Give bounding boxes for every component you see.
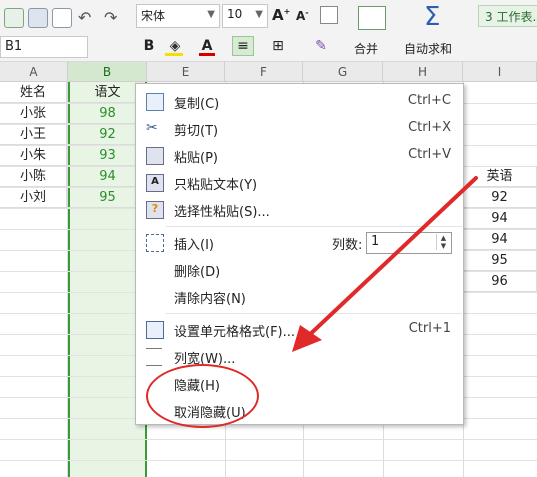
insert-icon	[146, 234, 164, 252]
column-width-icon	[146, 348, 162, 366]
name-box[interactable]: B1	[0, 36, 88, 58]
sigma-icon[interactable]: Σ	[424, 2, 440, 32]
annotation-arrow	[292, 176, 478, 352]
autosum-label[interactable]: 自动求和	[404, 40, 452, 57]
menu-item-label: 只粘贴文本(Y)	[174, 178, 258, 193]
menu-item-label: 复制(C)	[174, 97, 220, 112]
format-painter-icon[interactable]: ✎	[312, 35, 330, 57]
merge-label[interactable]: 合并	[354, 40, 378, 57]
bold-button[interactable]: B	[140, 35, 158, 57]
table-cell[interactable]: 小陈	[0, 166, 67, 187]
annotation-circle	[146, 364, 259, 428]
font-size-value: 10	[227, 7, 243, 21]
borders-icon[interactable]: ⊞	[268, 35, 288, 57]
align-center-button[interactable]: ≡	[232, 36, 254, 56]
font-color-label: A	[201, 38, 213, 54]
menu-item-label: 粘贴(P)	[174, 151, 218, 166]
print-preview-icon[interactable]	[52, 8, 72, 28]
column-header-a[interactable]: A	[0, 62, 68, 82]
decrease-font-icon[interactable]: A-	[296, 8, 309, 23]
redo-icon[interactable]: ↷	[104, 8, 117, 27]
column-header-f[interactable]: F	[225, 62, 303, 82]
increase-font-icon[interactable]: A+	[272, 6, 290, 24]
table-cell[interactable]: 小刘	[0, 187, 67, 208]
copy-icon	[146, 93, 164, 111]
wrap-text-icon[interactable]	[320, 6, 338, 24]
font-color-button[interactable]: A	[196, 35, 218, 57]
menu-item-cut[interactable]: ✂ 剪切(T) Ctrl+X	[136, 115, 463, 142]
column-header-g[interactable]: G	[303, 62, 383, 82]
gridline	[0, 439, 537, 440]
menu-item-label: 插入(I)	[174, 238, 214, 253]
menu-item-paste[interactable]: 粘贴(P) Ctrl+V	[136, 142, 463, 169]
table-cell[interactable]: 小朱	[0, 145, 67, 166]
chevron-down-icon: ▼	[207, 9, 215, 20]
menu-item-shortcut: Ctrl+C	[407, 93, 451, 108]
table-cell[interactable]: 小张	[0, 103, 67, 124]
menu-item-label: 剪切(T)	[174, 124, 219, 139]
menu-item-shortcut: Ctrl+V	[408, 147, 451, 162]
paste-special-icon: ?	[146, 201, 164, 219]
column-header-e[interactable]: E	[147, 62, 225, 82]
menu-item-shortcut: Ctrl+X	[408, 120, 451, 135]
menu-item-label: 删除(D)	[174, 265, 221, 280]
column-header-b[interactable]: B	[68, 62, 147, 82]
font-name-select[interactable]: 宋体 ▼	[136, 4, 220, 28]
new-doc-icon[interactable]	[4, 8, 24, 28]
name-box-value: B1	[5, 39, 23, 54]
font-name-value: 宋体	[141, 9, 166, 23]
column-header-i[interactable]: I	[463, 62, 537, 82]
fill-color-icon[interactable]: ◈	[162, 35, 188, 57]
undo-icon[interactable]: ↶	[78, 8, 91, 27]
format-cells-icon	[146, 321, 164, 339]
font-size-select[interactable]: 10 ▼	[222, 4, 268, 28]
merge-cells-icon[interactable]	[358, 6, 386, 30]
menu-item-label: 选择性粘贴(S)...	[174, 205, 270, 220]
paste-text-icon: A	[146, 174, 164, 192]
header-cell-name[interactable]: 姓名	[0, 82, 67, 103]
print-icon[interactable]	[28, 8, 48, 28]
table-cell[interactable]: 小王	[0, 124, 67, 145]
menu-item-label: 设置单元格格式(F)...	[174, 325, 296, 340]
menu-item-label: 清除内容(N)	[174, 292, 246, 307]
paste-icon	[146, 147, 164, 165]
menu-item-copy[interactable]: 复制(C) Ctrl+C	[136, 88, 463, 115]
workbook-tab[interactable]: 3 工作表.xl	[478, 5, 537, 27]
chevron-down-icon: ▼	[255, 9, 263, 20]
gridline	[0, 460, 537, 461]
column-header-h[interactable]: H	[383, 62, 463, 82]
cut-icon: ✂	[146, 120, 158, 136]
